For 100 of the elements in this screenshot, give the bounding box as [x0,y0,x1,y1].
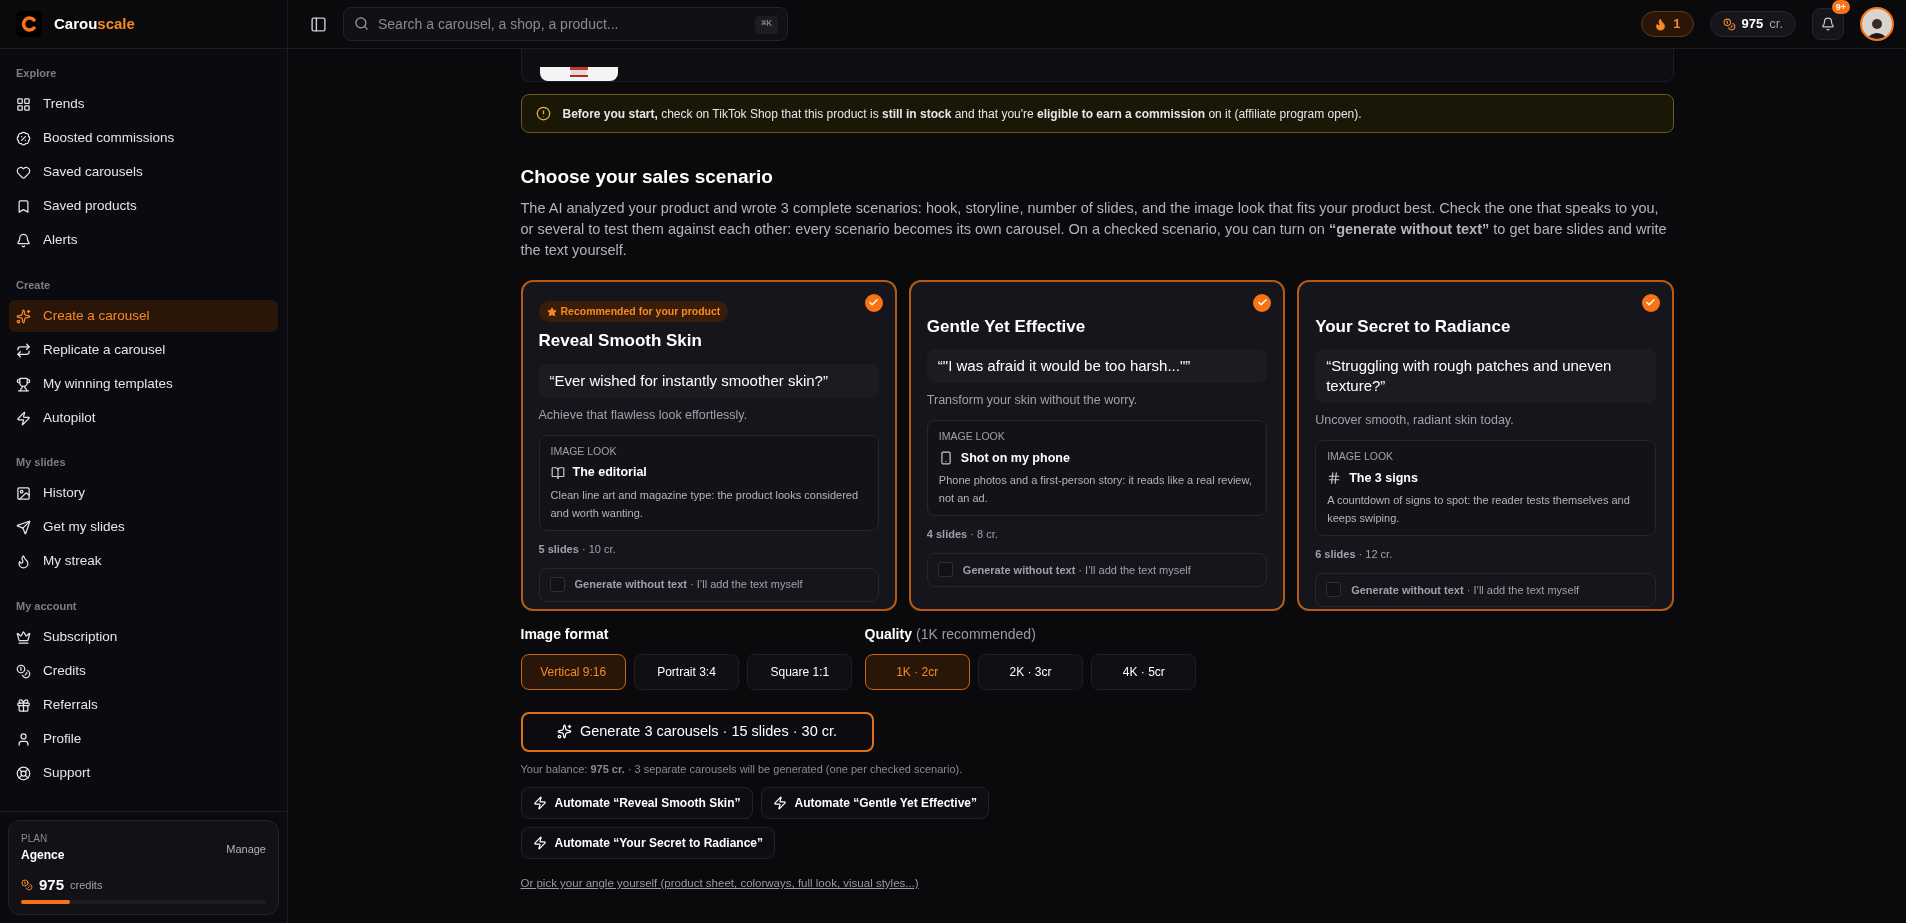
lightning-icon [772,796,787,810]
sidebar-item[interactable]: Saved products [9,190,278,223]
image-look-description: Clean line art and magazine type: the product looks considered and worth wanting. [550,488,860,522]
warning-text: Before you start, check on TikTok Shop that this product is still in stock and that you're eligible to earn a commission on it (affiliate program open). [562,105,1362,123]
slides-count: 5 slides · 10 cr. [538,542,617,558]
without-text-label: Generate without text · I’ll add the text myself [574,577,803,593]
shortcut-key: ⌘K [755,16,778,34]
section-description: The AI analyzed your product and wrote 3 complete scenarios: hook, storyline, number of slides, and the image look that fits your product best. Check the one that speaks to you, or several to test them against each other: every scenario becomes its own carousel. On a checked scenario, you can turn on “generate without text” to get bare slides and write the text yourself. [520,198,1668,260]
image-look-label: IMAGE LOOK [938,428,1006,444]
notification-button[interactable] [1812,8,1844,40]
scenario-title: Gentle Yet Effective [926,315,1087,338]
bookmark-icon [16,199,31,214]
sidebar-item[interactable]: My winning templates [9,368,278,400]
scenario-subtitle: Achieve that flawless look effortlessly. [538,406,749,424]
recommended-badge: Recommended for your product [538,300,729,323]
sidebar-item[interactable]: Trends [9,88,278,121]
flame-icon [16,554,31,569]
group-label: Image format [520,624,609,644]
image-look-name: The editorial [572,464,647,482]
section-title: My account [15,598,78,614]
sidebar-item[interactable]: Create a carousel [9,300,278,332]
search-icon [354,16,369,31]
phone-icon [938,450,953,465]
avatar[interactable] [1860,7,1894,41]
quality-option[interactable]: 1K · 2cr [864,653,970,690]
coins-icon [16,663,31,679]
hook-quote: “Ever wished for instantly smoother skin?” [538,363,879,398]
grid-icon [16,97,31,112]
send-icon [16,520,31,535]
sidebar-item[interactable]: Autopilot [9,402,278,434]
numbers-icon [1327,470,1342,485]
credits-badge[interactable]: 975 cr. [1709,11,1796,37]
generate-button[interactable]: Generate 3 carousels · 15 slides · 30 cr. [520,711,874,752]
sidebar-item[interactable]: My streak [9,545,278,578]
sparkles-icon [16,308,31,324]
sidebar-item[interactable]: Boosted commissions [9,122,278,155]
plan-label: PLAN [21,831,49,846]
without-text-option[interactable]: Generate without text · I’ll add the text myself [538,567,879,602]
hook-quote: “"I was afraid it would be too harsh..."” [926,349,1268,383]
section-title: Create [15,277,52,293]
plan-name: Agence [21,846,65,864]
image-look-description: Phone photos and a first-person story: it reads like a real review, not an ad. [938,473,1253,507]
automate-button[interactable]: Automate “Your Secret to Radiance” [520,827,775,859]
sidebar-item[interactable]: Referrals [9,689,278,721]
without-text-option[interactable]: Generate without text · I’ll add the text myself [1315,572,1656,607]
check-icon [864,293,883,312]
sidebar-item[interactable]: Saved carousels [9,156,278,189]
sidebar-item[interactable]: Credits [9,655,278,687]
logo-icon [16,11,42,37]
format-option[interactable]: Vertical 9:16 [520,653,626,690]
manage-link[interactable]: Manage [226,840,266,857]
slides-count: 6 slides · 12 cr. [1315,547,1394,563]
scenario-card[interactable] [908,279,1286,611]
sidebar-item[interactable]: Get my slides [9,511,278,544]
crown-icon [16,629,31,645]
sidebar-item[interactable]: Support [9,757,278,789]
automate-button[interactable]: Automate “Gentle Yet Effective” [760,787,990,819]
sidebar-item[interactable]: Replicate a carousel [9,334,278,366]
quality-option[interactable]: 2K · 3cr [977,653,1084,690]
check-icon [1641,293,1660,312]
sidebar-item[interactable]: History [9,477,278,510]
group-hint: (1K recommended) [915,624,1036,644]
image-look-name: Shot on my phone [960,449,1070,467]
group-label: Quality [864,624,912,644]
image-look-name: The 3 signs [1349,469,1418,487]
sidebar-item[interactable]: Profile [9,723,278,755]
balance-note: Your balance: 975 cr. · 3 separate carousels will be generated (one per checked scenario). [520,761,964,777]
plan-credits: 975 [39,874,65,895]
sidebar-toggle-icon[interactable] [310,15,327,33]
checkbox[interactable] [937,562,953,578]
percent-badge-icon [16,131,31,146]
book-icon [550,465,565,480]
scenario-subtitle: Uncover smooth, radiant skin today. [1315,412,1515,429]
automate-button[interactable]: Automate “Reveal Smooth Skin” [520,787,753,819]
format-option[interactable]: Square 1:1 [747,653,853,690]
section-heading: Choose your sales scenario [520,165,774,189]
section-title: My slides [15,455,67,470]
sidebar-item[interactable]: Subscription [9,621,278,653]
without-text-option[interactable]: Generate without text · I’ll add the text myself [926,552,1268,587]
image-icon [16,486,31,501]
slides-count: 4 slides · 8 cr. [926,527,999,543]
notification-count: 9+ [1831,0,1850,14]
warning-icon [535,106,551,121]
brand-name: Carouscale [54,13,135,34]
checkbox[interactable] [549,577,565,593]
sidebar-item[interactable]: Alerts [9,224,278,257]
bell-icon [1821,17,1835,31]
image-look-label: IMAGE LOOK [1327,448,1395,464]
manual-angle-link[interactable]: Or pick your angle yourself (product sheet, colorways, full look, visual styles...) [520,875,919,893]
image-look-label: IMAGE LOOK [550,443,618,459]
scenario-card[interactable] [520,279,897,611]
checkbox[interactable] [1326,582,1342,598]
section-title: Explore [15,66,58,81]
user-icon [16,731,31,747]
streak-badge[interactable]: 1 [1641,11,1694,37]
without-text-label: Generate without text · I’ll add the text myself [1351,582,1580,598]
lightning-icon [532,836,547,850]
scenario-card[interactable] [1297,279,1674,611]
quality-option[interactable]: 4K · 5cr [1091,653,1197,690]
format-option[interactable]: Portrait 3:4 [633,653,740,690]
